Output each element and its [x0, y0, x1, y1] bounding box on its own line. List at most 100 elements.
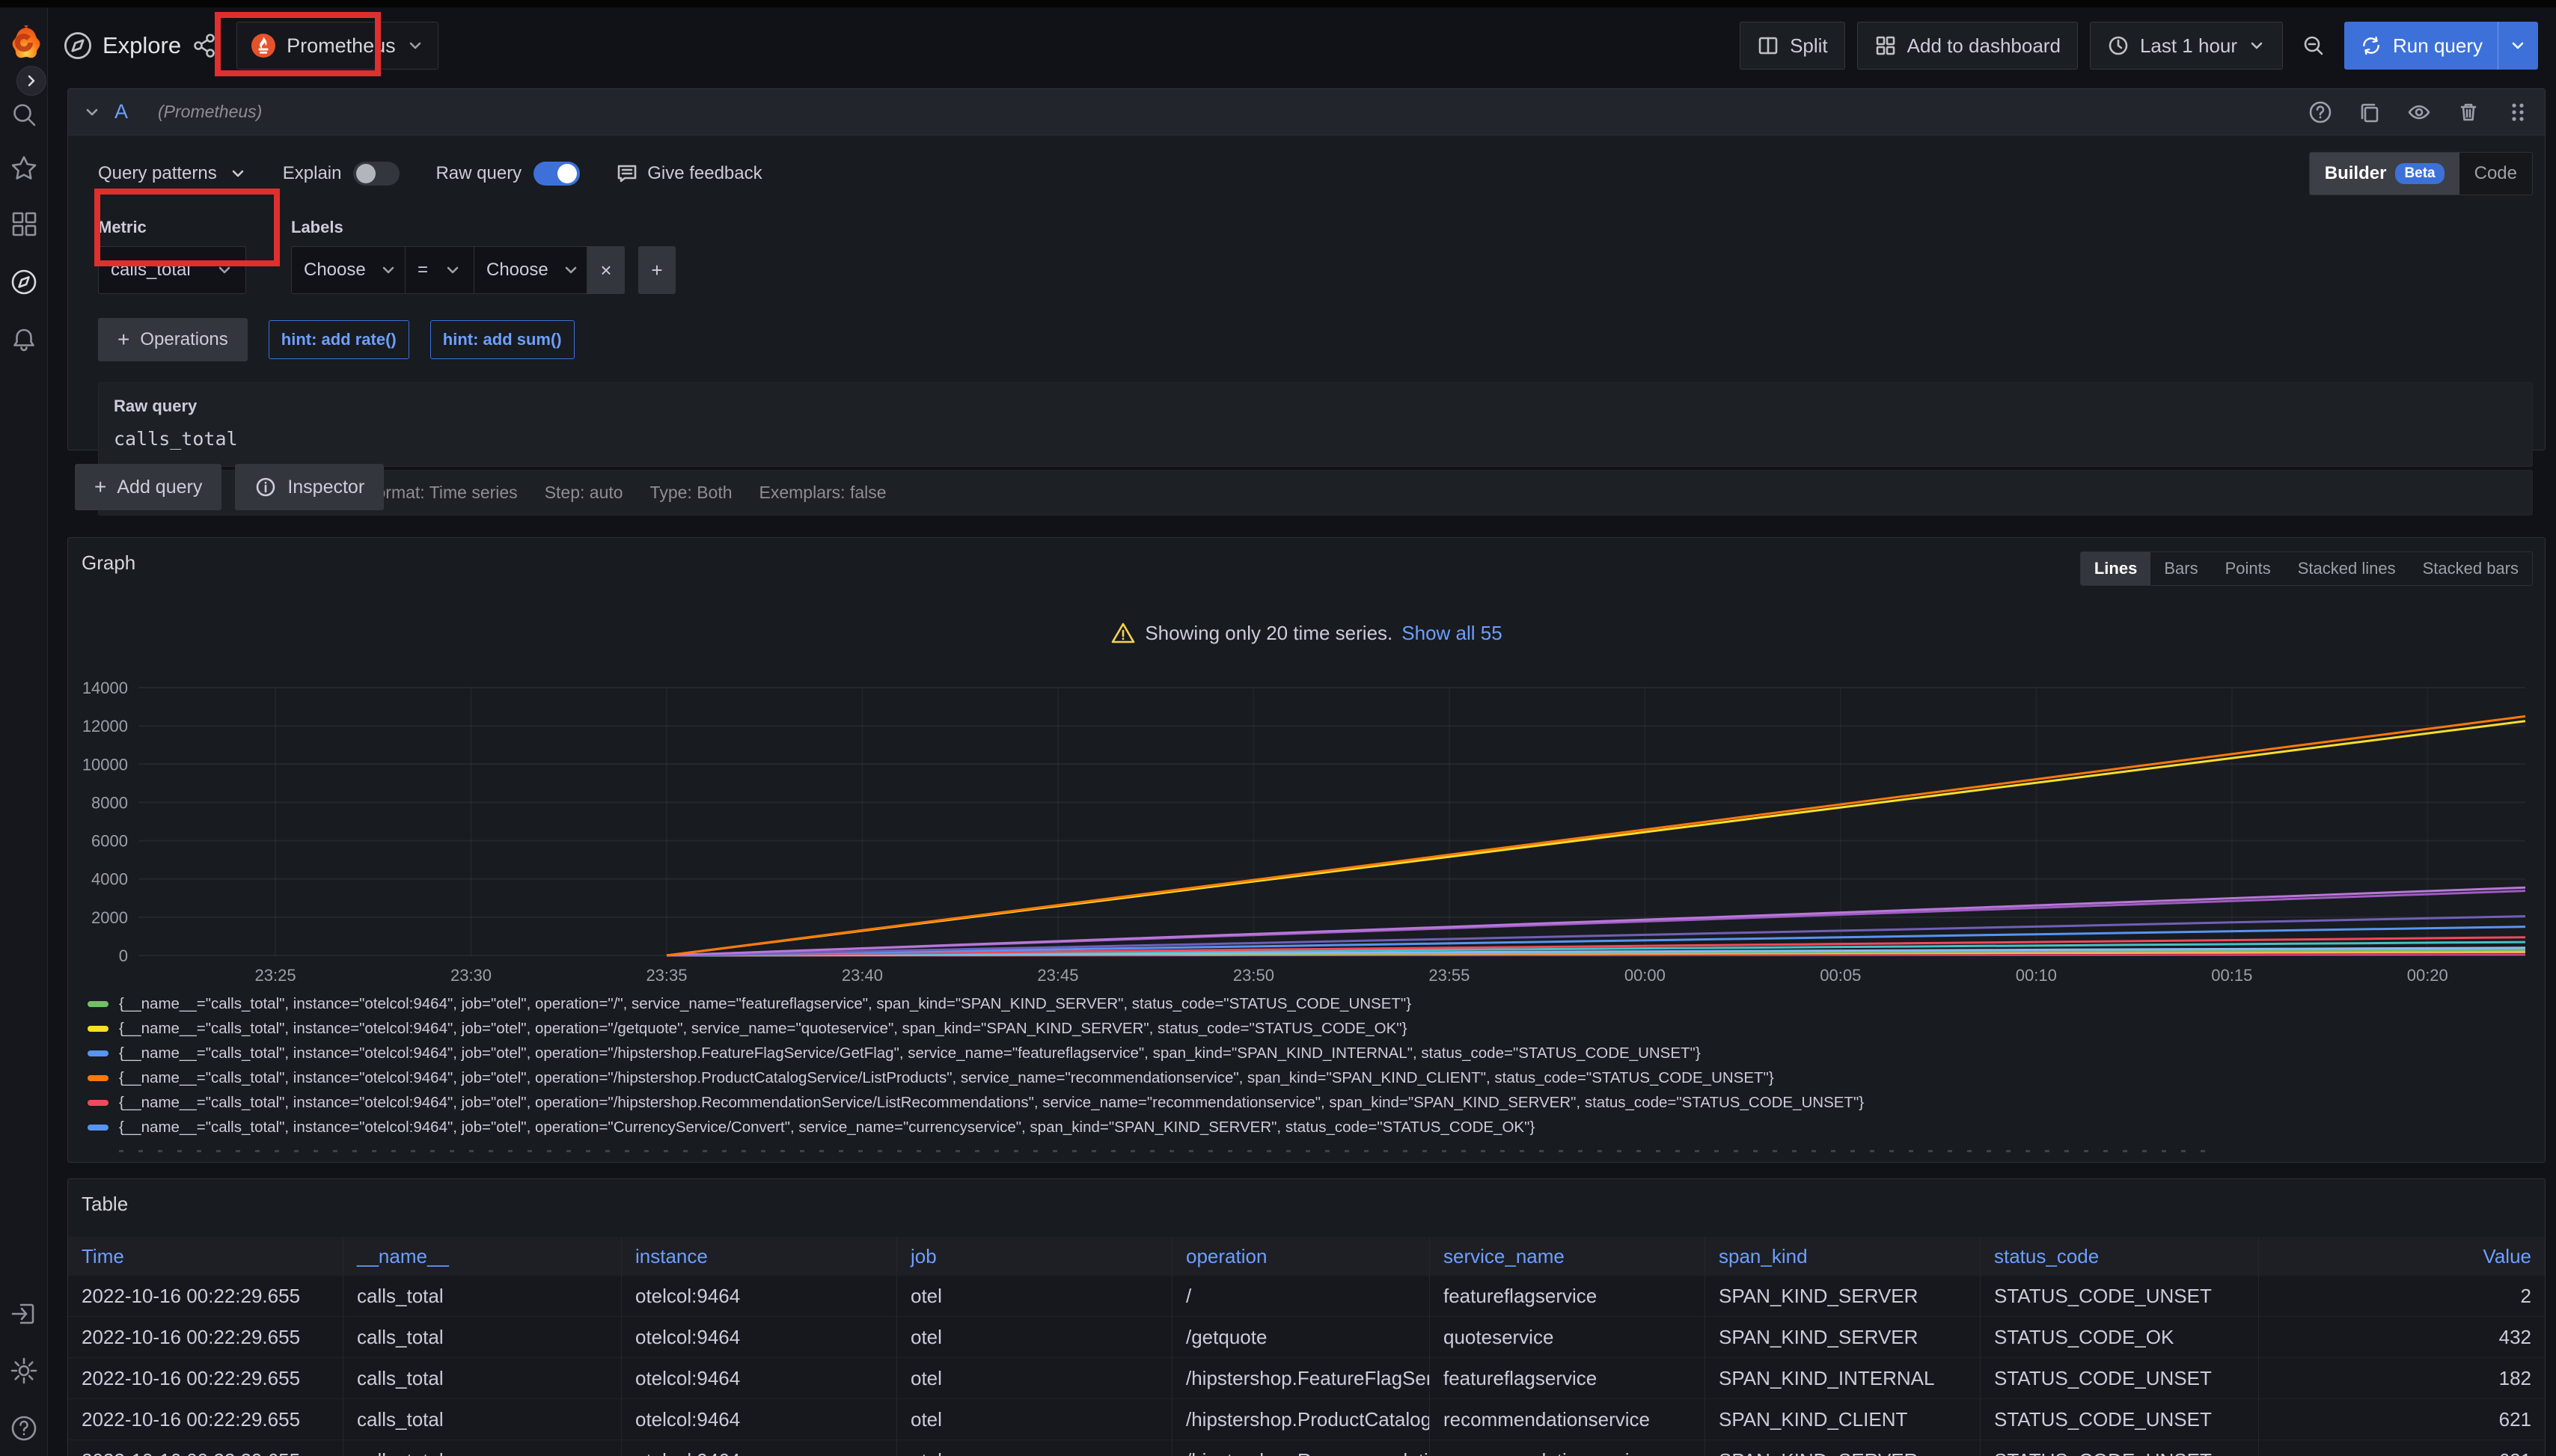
split-icon	[1757, 34, 1779, 57]
give-feedback-link[interactable]: Give feedback	[616, 162, 762, 185]
table-cell: calls_total	[343, 1440, 622, 1456]
table-cell: calls_total	[343, 1317, 622, 1358]
sync-icon	[2360, 34, 2382, 57]
copy-icon[interactable]	[2358, 100, 2382, 124]
datasource-picker[interactable]: Prometheus	[236, 22, 438, 70]
table-cell: 621	[2259, 1440, 2545, 1456]
explain-switch[interactable]	[353, 162, 400, 186]
explain-toggle[interactable]: Explain	[283, 162, 400, 186]
help-circle-icon[interactable]	[2308, 100, 2332, 124]
table-cell: recommendationservice	[1430, 1440, 1705, 1456]
metric-select[interactable]: calls_total	[98, 246, 246, 294]
code-tab[interactable]: Code	[2459, 153, 2532, 195]
time-range-picker[interactable]: Last 1 hour	[2090, 22, 2283, 70]
builder-tab[interactable]: Builder Beta	[2310, 153, 2459, 195]
chevron-down-icon	[2509, 37, 2527, 55]
warning-icon	[1110, 620, 1136, 646]
zoom-out-button[interactable]	[2295, 22, 2332, 70]
add-query-button[interactable]: +Add query	[75, 464, 221, 510]
query-datasource-hint: (Prometheus)	[158, 102, 262, 122]
label-value-select[interactable]: Choose	[474, 246, 587, 294]
graph-mode-bars[interactable]: Bars	[2150, 552, 2211, 585]
label-operator-select[interactable]: =	[405, 246, 474, 294]
legend-item[interactable]: {__name__="calls_total", instance="otelc…	[88, 1016, 2534, 1041]
time-series-chart[interactable]: 0200040006000800010000120001400023:2523:…	[80, 670, 2534, 987]
hint-add-rate-button[interactable]: hint: add rate()	[269, 320, 409, 359]
column-header-job[interactable]: job	[897, 1237, 1172, 1276]
table-cell: otel	[897, 1317, 1172, 1358]
drag-handle-icon[interactable]	[2506, 100, 2530, 124]
label-key-select[interactable]: Choose	[291, 246, 405, 294]
table-cell: featureflagservice	[1430, 1358, 1705, 1399]
query-row-header[interactable]: A (Prometheus)	[68, 89, 2545, 135]
hint-add-sum-button[interactable]: hint: add sum()	[430, 320, 575, 359]
trash-icon[interactable]	[2456, 100, 2480, 124]
raw-query-preview: Raw query calls_total	[98, 382, 2533, 467]
signin-icon[interactable]	[10, 1300, 38, 1328]
legend-item[interactable]: {__name__="calls_total", instance="otelc…	[88, 1115, 2534, 1140]
info-circle-icon	[254, 476, 277, 498]
star-icon[interactable]	[10, 154, 38, 183]
column-header-operation[interactable]: operation	[1172, 1237, 1430, 1276]
table-cell: otelcol:9464	[622, 1276, 897, 1317]
bell-icon[interactable]	[10, 326, 38, 355]
grafana-logo[interactable]	[5, 24, 43, 61]
run-query-dropdown[interactable]	[2498, 37, 2537, 55]
graph-mode-stacked-lines[interactable]: Stacked lines	[2284, 552, 2409, 585]
add-to-dashboard-button[interactable]: Add to dashboard	[1857, 22, 2078, 70]
add-label-button[interactable]: +	[638, 246, 676, 294]
query-options-row[interactable]: Options Legend: AutoFormat: Time seriesS…	[98, 470, 2533, 516]
search-icon[interactable]	[10, 100, 38, 129]
graph-mode-stacked-bars[interactable]: Stacked bars	[2409, 552, 2532, 585]
raw-query-toggle[interactable]: Raw query	[435, 162, 580, 186]
split-button[interactable]: Split	[1740, 22, 1845, 70]
column-header-instance[interactable]: instance	[622, 1237, 897, 1276]
inspector-button[interactable]: Inspector	[235, 464, 384, 510]
beta-badge: Beta	[2395, 163, 2444, 184]
operations-button[interactable]: + Operations	[98, 318, 248, 361]
legend-clipped-row	[119, 1140, 2214, 1154]
column-header-service-name[interactable]: service_name	[1430, 1237, 1705, 1276]
column-header-status-code[interactable]: status_code	[1981, 1237, 2259, 1276]
legend-color-marker	[88, 1050, 108, 1056]
svg-text:12000: 12000	[82, 717, 128, 735]
svg-text:4000: 4000	[91, 870, 128, 889]
show-all-series-link[interactable]: Show all 55	[1401, 622, 1502, 645]
table-cell: featureflagservice	[1430, 1276, 1705, 1317]
run-query-button[interactable]: Run query	[2344, 22, 2538, 70]
option-item: Format: Time series	[365, 483, 517, 502]
legend-item[interactable]: {__name__="calls_total", instance="otelc…	[88, 1065, 2534, 1090]
query-patterns-dropdown[interactable]: Query patterns	[98, 163, 247, 184]
legend-label: {__name__="calls_total", instance="otelc…	[119, 995, 1411, 1013]
column-header--name-[interactable]: __name__	[343, 1237, 622, 1276]
graph-mode-points[interactable]: Points	[2212, 552, 2284, 585]
table-row: 2022-10-16 00:22:29.655calls_totalotelco…	[68, 1358, 2545, 1399]
legend-item[interactable]: {__name__="calls_total", instance="otelc…	[88, 1090, 2534, 1115]
column-header-span-kind[interactable]: span_kind	[1705, 1237, 1981, 1276]
raw-query-value: calls_total	[114, 428, 2517, 450]
compass-icon[interactable]	[10, 268, 38, 296]
table-cell: /	[1172, 1276, 1430, 1317]
zoom-out-icon	[2302, 34, 2325, 57]
legend-item[interactable]: {__name__="calls_total", instance="otelc…	[88, 991, 2534, 1016]
column-header-value[interactable]: Value	[2259, 1237, 2545, 1276]
sidebar-expand-button[interactable]	[16, 66, 46, 96]
svg-text:00:05: 00:05	[1820, 966, 1861, 985]
share-icon[interactable]	[192, 33, 217, 58]
remove-label-button[interactable]: ×	[587, 246, 625, 294]
raw-query-switch[interactable]	[533, 162, 580, 186]
column-header-time[interactable]: Time	[68, 1237, 343, 1276]
legend-item[interactable]: {__name__="calls_total", instance="otelc…	[88, 1041, 2534, 1065]
help-icon[interactable]	[10, 1414, 38, 1443]
labels-label: Labels	[291, 218, 676, 237]
page-title: Explore	[103, 32, 181, 59]
apps-icon[interactable]	[10, 209, 38, 238]
table-row: 2022-10-16 00:22:29.655calls_totalotelco…	[68, 1440, 2545, 1456]
graph-panel-title: Graph	[82, 551, 135, 575]
gear-icon[interactable]	[10, 1356, 38, 1385]
chevron-down-icon	[83, 103, 101, 121]
table-panel: Table Time__name__instancejoboperationse…	[67, 1178, 2546, 1456]
graph-mode-lines[interactable]: Lines	[2081, 552, 2150, 585]
eye-icon[interactable]	[2407, 100, 2431, 124]
table-cell: recommendationservice	[1430, 1399, 1705, 1440]
